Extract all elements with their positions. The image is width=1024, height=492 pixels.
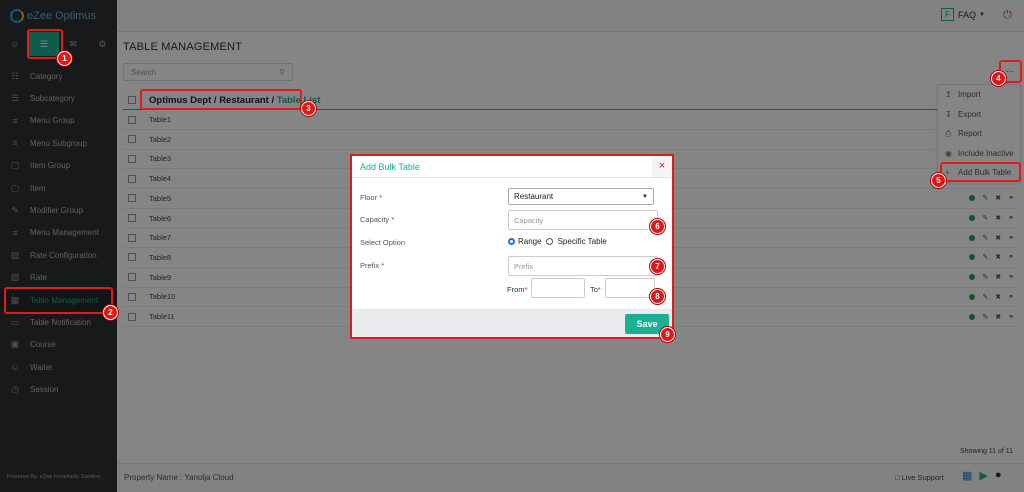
chevron-down-icon: ▼ — [642, 193, 648, 200]
prefix-label-text: Prefix — [360, 261, 380, 270]
close-icon[interactable]: × — [652, 156, 672, 177]
annotation-number: 6 — [650, 219, 665, 234]
select-option-radios: Range Specific Table — [508, 237, 607, 246]
prefix-label: Prefix * — [360, 261, 384, 270]
annotation-number: 1 — [57, 51, 72, 66]
from-label-text: From — [507, 285, 525, 294]
annotation-box-3 — [140, 89, 302, 110]
floor-value: Restaurant — [514, 192, 554, 201]
annotation-box-2 — [4, 287, 113, 314]
annotation-number: 4 — [991, 71, 1006, 86]
to-label: To* — [590, 285, 601, 294]
required-mark: * — [524, 285, 528, 294]
annotation-number: 3 — [301, 101, 316, 116]
required-mark: * — [381, 261, 385, 270]
floor-label-text: Floor — [360, 193, 378, 202]
annotation-box-5 — [940, 162, 1021, 182]
annotation-number: 5 — [931, 173, 946, 188]
from-input[interactable] — [531, 278, 585, 298]
required-mark: * — [391, 215, 395, 224]
annotation-number: 7 — [650, 259, 665, 274]
annotation-number: 2 — [103, 305, 118, 320]
to-label-text: To — [590, 285, 598, 294]
annotation-number: 8 — [650, 289, 665, 304]
range-label: Range — [518, 237, 542, 246]
annotation-number: 9 — [660, 327, 675, 342]
to-input[interactable] — [605, 278, 655, 298]
modal-footer — [352, 309, 672, 337]
required-mark: * — [379, 193, 383, 202]
specific-table-label: Specific Table — [557, 237, 607, 246]
range-radio[interactable] — [508, 238, 515, 245]
floor-select[interactable]: Restaurant ▼ — [508, 188, 654, 205]
capacity-label-text: Capacity — [360, 215, 390, 224]
from-label: From* — [507, 285, 527, 294]
select-option-label: Select Option — [360, 238, 406, 247]
specific-table-radio[interactable] — [545, 238, 553, 245]
capacity-label: Capacity * — [360, 215, 394, 224]
modal-title: Add Bulk Table — [360, 162, 420, 172]
required-mark: * — [597, 285, 601, 294]
add-bulk-table-modal: Add Bulk Table × Floor * Restaurant ▼ Ca… — [350, 154, 674, 339]
floor-label: Floor * — [360, 193, 382, 202]
capacity-input[interactable]: Capacity — [508, 210, 658, 230]
prefix-input[interactable]: Prefix — [508, 256, 658, 276]
